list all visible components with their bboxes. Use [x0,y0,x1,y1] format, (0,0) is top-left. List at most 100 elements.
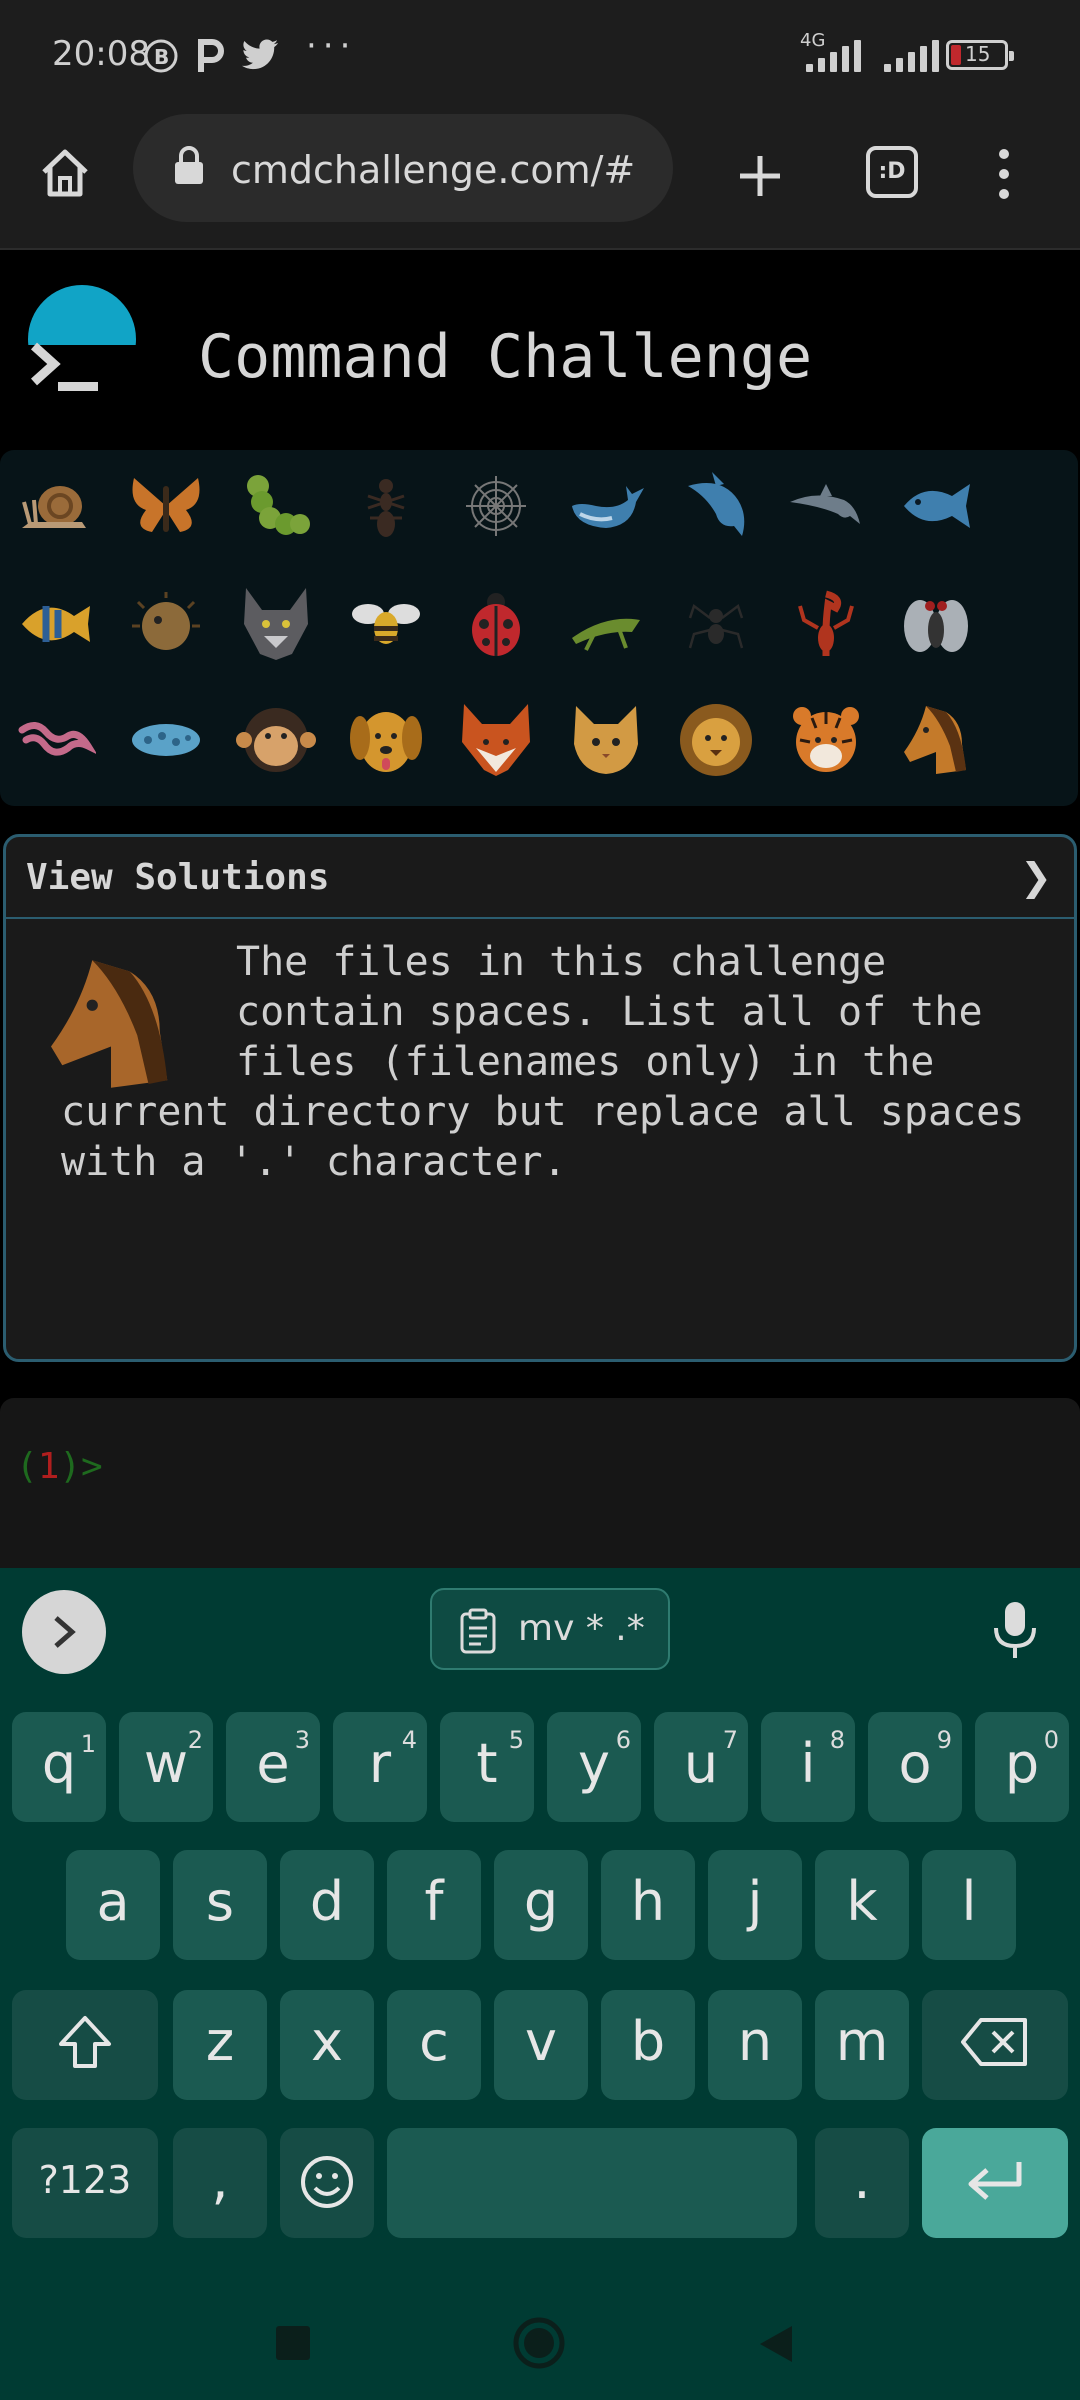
key-y[interactable]: y6 [547,1712,641,1822]
tropical-fish-icon[interactable] [16,584,96,664]
horse-icon[interactable] [896,700,976,780]
blowfish-icon[interactable] [126,584,206,664]
battery-level: 15 [965,42,991,66]
key-j[interactable]: j [708,1850,802,1960]
emoji-key[interactable] [280,2128,374,2238]
bee-icon[interactable] [346,584,426,664]
shift-key[interactable] [12,1990,158,2100]
signal-icon-2 [884,38,939,72]
tiger-icon[interactable] [786,700,866,780]
period-key[interactable]: . [815,2128,909,2238]
enter-icon [968,2162,1022,2200]
key-q[interactable]: q1 [12,1712,106,1822]
dog-icon[interactable] [346,700,426,780]
fly-icon[interactable] [896,584,976,664]
new-tab-icon[interactable] [730,146,790,206]
key-n[interactable]: n [708,1990,802,2100]
prompt-number: 1 [37,1446,60,1487]
key-z[interactable]: z [173,1990,267,2100]
scorpion-icon[interactable] [786,584,866,664]
solutions-panel: View Solutions ❯ The files in this chall… [3,834,1077,1362]
fox-icon[interactable] [456,700,536,780]
snail-icon[interactable] [16,466,96,546]
spider-web-icon[interactable] [456,466,536,546]
monkey-icon[interactable] [236,700,316,780]
parking-icon [198,39,224,72]
key-g[interactable]: g [494,1850,588,1960]
key-h[interactable]: h [601,1850,695,1960]
keyboard-toolbar-expand-button[interactable] [22,1590,106,1674]
clipboard-suggestion-chip[interactable]: mv * .* [430,1588,670,1670]
dolphin-2-icon[interactable] [786,466,866,546]
backspace-key[interactable] [922,1990,1068,2100]
caterpillar-icon[interactable] [236,466,316,546]
key-x[interactable]: x [280,1990,374,2100]
key-m[interactable]: m [815,1990,909,2100]
butterfly-icon[interactable] [126,466,206,546]
comma-key[interactable]: , [173,2128,267,2238]
address-bar[interactable]: cmdchallenge.com/# [133,114,673,222]
cat-icon[interactable] [566,700,646,780]
microbe-icon[interactable] [126,700,206,780]
twitter-icon [241,39,278,70]
home-icon[interactable] [36,144,94,202]
key-o[interactable]: o9 [868,1712,962,1822]
key-v[interactable]: v [494,1990,588,2100]
recents-button[interactable] [276,2326,310,2360]
key-d[interactable]: d [280,1850,374,1960]
symbols-key[interactable]: ?123 [12,2128,158,2238]
lion-icon[interactable] [676,700,756,780]
ladybug-icon[interactable] [456,584,536,664]
dolphin-icon[interactable] [676,466,756,546]
key-b[interactable]: b [601,1990,695,2100]
command-prompt: (1)> [16,1446,103,1487]
challenge-animals-panel [0,450,1078,806]
clipboard-icon [460,1608,496,1654]
key-l[interactable]: l [922,1850,1016,1960]
wolf-icon[interactable] [236,584,316,664]
key-t[interactable]: t5 [440,1712,534,1822]
whale-icon[interactable] [566,466,646,546]
logo-arc [28,285,136,345]
key-p[interactable]: p0 [975,1712,1069,1822]
web-page: Command Challenge View Solutions ❯ The f… [0,250,1080,1578]
more-notifications-icon: ··· [306,26,357,66]
worm-icon[interactable] [16,700,96,780]
key-i[interactable]: i8 [761,1712,855,1822]
key-r[interactable]: r4 [333,1712,427,1822]
tab-switcher-button[interactable]: :D [866,146,918,198]
emoji-icon [301,2156,353,2208]
overflow-menu-icon[interactable] [984,146,1024,202]
microphone-icon[interactable] [990,1598,1040,1662]
key-w[interactable]: w2 [119,1712,213,1822]
terminal[interactable]: (1)> [0,1398,1080,1578]
view-solutions-label: View Solutions [26,857,330,898]
home-nav-button[interactable] [512,2316,566,2370]
key-a[interactable]: a [66,1850,160,1960]
key-k[interactable]: k [815,1850,909,1960]
system-navigation-bar [0,2268,1080,2400]
key-e[interactable]: e3 [226,1712,320,1822]
ant-icon[interactable] [346,466,426,546]
battery-icon: 15 [946,40,1014,70]
chevron-right-icon: ❯ [1020,855,1052,899]
shift-icon [59,2016,111,2068]
url-text: cmdchallenge.com/# [231,148,636,192]
clipboard-text: mv * .* [518,1608,645,1649]
browser-toolbar: cmdchallenge.com/# :D [0,110,1080,250]
view-solutions-header[interactable]: View Solutions ❯ [6,837,1074,919]
back-nav-button[interactable] [756,2322,796,2366]
key-f[interactable]: f [387,1850,481,1960]
fish-icon[interactable] [896,466,976,546]
key-c[interactable]: c [387,1990,481,2100]
space-key[interactable] [387,2128,797,2238]
status-time: 20:08 [52,34,150,74]
backspace-icon [961,2018,1027,2066]
key-u[interactable]: u7 [654,1712,748,1822]
enter-key[interactable] [922,2128,1068,2238]
key-s[interactable]: s [173,1850,267,1960]
cricket-icon[interactable] [566,584,646,664]
page-title: Command Challenge [198,322,813,392]
b-circle-icon: B [144,39,178,73]
spider-icon[interactable] [676,584,756,664]
